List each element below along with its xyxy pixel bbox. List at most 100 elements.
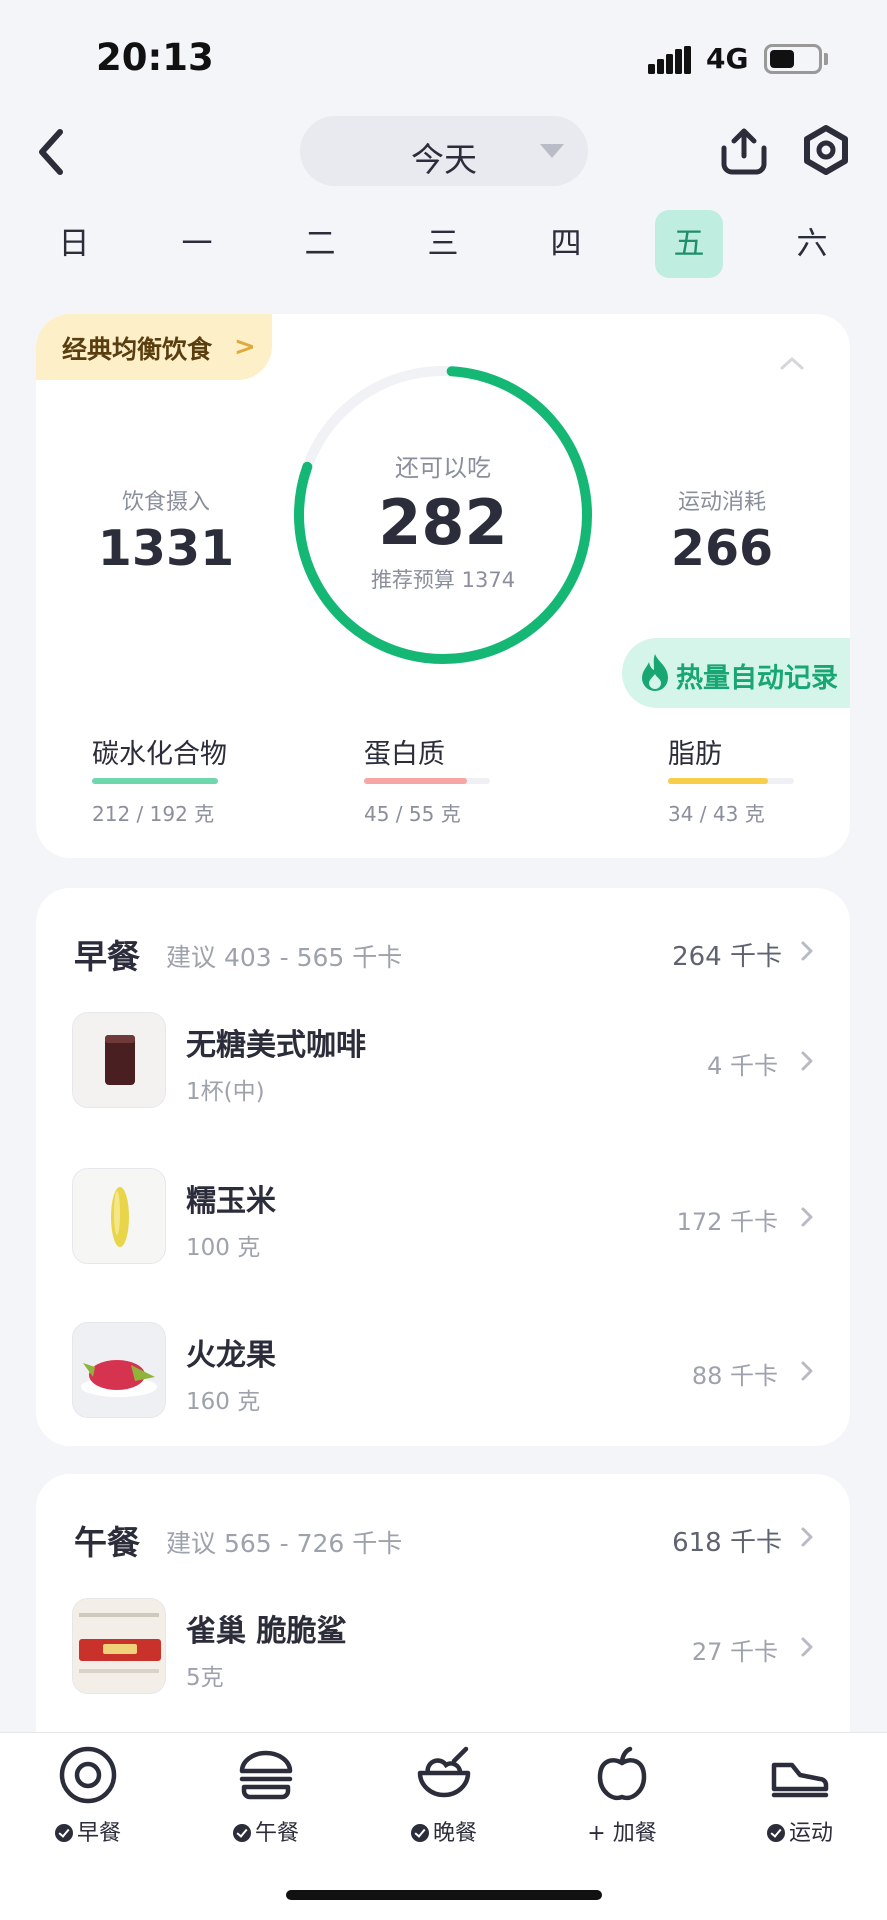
macro-progress-track — [92, 778, 218, 784]
nav-dinner[interactable]: 晚餐 — [364, 1733, 524, 1873]
weekday-sun[interactable]: 日 — [40, 210, 108, 278]
share-icon[interactable] — [718, 124, 770, 176]
chevron-right-icon[interactable] — [800, 940, 814, 962]
status-time: 20:13 — [96, 36, 214, 79]
nav-label-text: 午餐 — [254, 1821, 299, 1846]
food-item[interactable]: 糯玉米 100 克 172 千卡 — [36, 1168, 850, 1278]
chevron-right-icon — [801, 1637, 813, 1657]
food-amount: 100 克 — [186, 1235, 261, 1261]
check-icon — [766, 1824, 785, 1842]
breakfast-card: 早餐 建议 403 - 565 千卡 264 千卡 无糖美式咖啡 1杯(中) 4… — [36, 888, 850, 1446]
food-name: 火龙果 — [186, 1338, 276, 1373]
food-item[interactable]: 雀巢 脆脆鲨 5克 27 千卡 — [36, 1598, 850, 1708]
nav-label: 午餐 — [186, 1815, 346, 1847]
burger-icon — [239, 1750, 293, 1800]
macro-amount: 34 / 43 克 — [668, 802, 765, 826]
battery-cap — [824, 53, 828, 65]
intake-value: 1331 — [97, 520, 235, 577]
weekday-sat[interactable]: 六 — [778, 210, 846, 278]
nav-label: 运动 — [720, 1815, 880, 1847]
check-icon — [410, 1824, 429, 1842]
egg-icon — [59, 1746, 117, 1804]
weekday-fri[interactable]: 五 — [655, 210, 723, 278]
nav-label: + 加餐 — [542, 1815, 702, 1847]
burn-label: 运动消耗 — [677, 490, 766, 515]
food-kcal: 4 千卡 — [707, 1052, 778, 1080]
weekday-mon[interactable]: 一 — [163, 210, 231, 278]
food-name: 无糖美式咖啡 — [186, 1028, 366, 1063]
diet-plan-label: 经典均衡饮食 — [62, 335, 213, 364]
macro-name: 蛋白质 — [364, 739, 445, 770]
remaining-label: 还可以吃 — [395, 454, 491, 482]
sneaker-icon — [771, 1762, 829, 1798]
remaining-value: 282 — [378, 486, 508, 559]
nav-label-text: 早餐 — [76, 1821, 121, 1846]
back-button[interactable] — [32, 124, 72, 180]
weekday-wed[interactable]: 三 — [409, 210, 477, 278]
nav-snack[interactable]: + 加餐 — [542, 1733, 702, 1873]
macro-progress-fill — [92, 778, 218, 784]
meal-suggestion: 建议 403 - 565 千卡 — [166, 943, 403, 972]
caret-down-icon — [540, 144, 564, 158]
macro-fat: 脂肪 34 / 43 克 — [668, 732, 808, 832]
food-kcal: 88 千卡 — [691, 1362, 778, 1390]
meal-suggestion: 建议 565 - 726 千卡 — [166, 1529, 403, 1558]
nav-lunch[interactable]: 午餐 — [186, 1733, 346, 1873]
weekday-thu[interactable]: 四 — [532, 210, 600, 278]
burn-value: 266 — [670, 520, 774, 577]
chevron-right-icon — [801, 1051, 813, 1071]
macro-amount: 45 / 55 克 — [364, 802, 461, 826]
calorie-summary-card: 经典均衡饮食 > 饮食摄入 1331 还可以吃 282 推荐预算 1374 运动… — [36, 314, 850, 858]
chevron-right-icon: > — [234, 332, 256, 362]
food-amount: 5克 — [186, 1665, 224, 1691]
nav-label-text: 运动 — [788, 1821, 833, 1846]
signal-icon — [648, 46, 691, 74]
auto-record-label: 热量自动记录 — [676, 663, 838, 694]
bowl-icon — [417, 1746, 471, 1798]
macro-name: 碳水化合物 — [92, 739, 227, 770]
home-indicator — [286, 1890, 602, 1900]
food-name: 糯玉米 — [186, 1184, 276, 1219]
network-type: 4G — [706, 42, 749, 75]
macro-progress-fill — [364, 778, 468, 784]
chevron-right-icon[interactable] — [800, 1526, 814, 1548]
battery-icon — [764, 44, 822, 74]
weekday-selector: 日 一 二 三 四 五 六 — [28, 210, 868, 278]
meal-total-kcal[interactable]: 618 千卡 — [672, 1522, 782, 1559]
nav-exercise[interactable]: 运动 — [720, 1733, 880, 1873]
check-icon — [232, 1824, 251, 1842]
chevron-right-icon — [801, 1361, 813, 1381]
meal-title: 早餐 — [74, 937, 140, 976]
food-item[interactable]: 无糖美式咖啡 1杯(中) 4 千卡 — [36, 1012, 850, 1122]
food-amount: 1杯(中) — [186, 1079, 265, 1105]
date-selector[interactable]: 今天 — [300, 116, 588, 186]
status-bar: 20:13 4G — [0, 0, 887, 110]
diet-plan-tag[interactable]: 经典均衡饮食 > — [36, 314, 272, 380]
corn-image — [72, 1168, 166, 1264]
nav-label: 晚餐 — [364, 1815, 524, 1847]
chevron-right-icon — [801, 1207, 813, 1227]
macro-name: 脂肪 — [668, 739, 722, 770]
nav-breakfast[interactable]: 早餐 — [8, 1733, 168, 1873]
lunch-card: 午餐 建议 565 - 726 千卡 618 千卡 雀巢 脆脆鲨 5克 27 千… — [36, 1474, 850, 1774]
coffee-image — [72, 1012, 166, 1108]
budget-text: 推荐预算 1374 — [370, 568, 516, 592]
food-item[interactable]: 火龙果 160 克 88 千卡 — [36, 1322, 850, 1432]
weekday-tue[interactable]: 二 — [286, 210, 354, 278]
meal-total-kcal[interactable]: 264 千卡 — [672, 936, 782, 973]
macro-progress-fill — [668, 778, 768, 784]
food-kcal: 27 千卡 — [691, 1638, 778, 1666]
macro-progress-track — [364, 778, 490, 784]
macro-protein: 蛋白质 45 / 55 克 — [364, 732, 504, 832]
snack-image — [72, 1598, 166, 1694]
macro-amount: 212 / 192 克 — [92, 802, 215, 826]
nav-label-text: 晚餐 — [432, 1821, 477, 1846]
food-kcal: 172 千卡 — [676, 1208, 778, 1236]
meal-title: 午餐 — [74, 1523, 140, 1562]
check-icon — [54, 1824, 73, 1842]
settings-icon[interactable] — [800, 124, 852, 176]
food-name: 雀巢 脆脆鲨 — [186, 1614, 347, 1649]
auto-record-button[interactable]: 热量自动记录 — [622, 638, 850, 708]
chevron-up-icon[interactable] — [780, 356, 804, 370]
intake-label: 饮食摄入 — [121, 490, 210, 515]
